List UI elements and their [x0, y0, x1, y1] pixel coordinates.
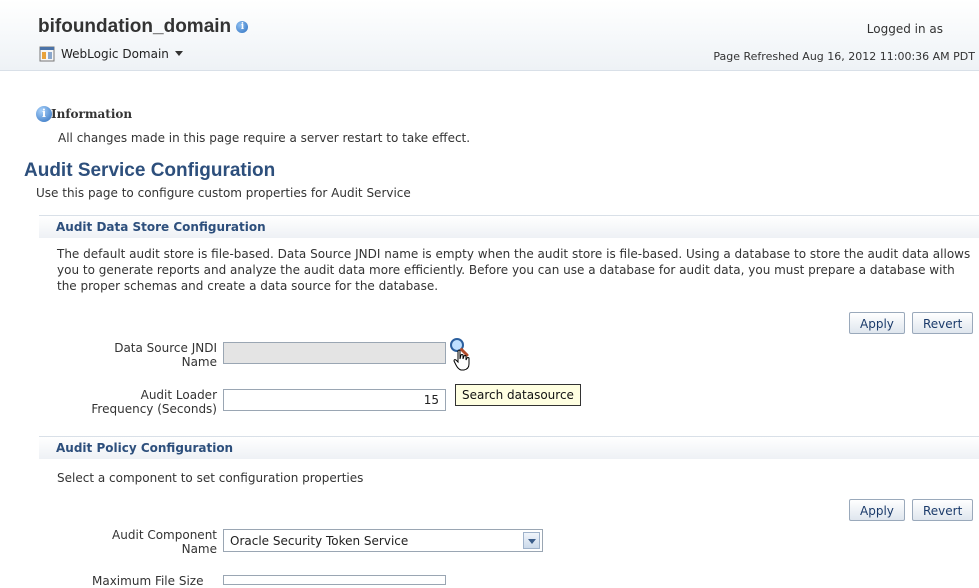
- loader-frequency-label: Audit Loader Frequency (Seconds): [91, 388, 217, 416]
- page-refreshed-text: Page Refreshed Aug 16, 2012 11:00:36 AM …: [713, 50, 975, 63]
- audit-component-label: Audit Component Name: [112, 528, 217, 556]
- audit-policy-description: Select a component to set configuration …: [57, 471, 364, 485]
- page-description: Use this page to configure custom proper…: [36, 186, 411, 200]
- audit-policy-header: Audit Policy Configuration: [39, 436, 979, 459]
- apply-button[interactable]: Apply: [849, 312, 905, 334]
- max-file-size-field[interactable]: [223, 575, 446, 585]
- audit-data-store-header: Audit Data Store Configuration: [39, 215, 979, 238]
- revert-button[interactable]: Revert: [912, 499, 974, 521]
- apply-button[interactable]: Apply: [849, 499, 905, 521]
- jndi-label: Data Source JNDI Name: [114, 341, 217, 369]
- page-title: Audit Service Configuration: [24, 160, 276, 181]
- loader-frequency-field[interactable]: 15: [223, 389, 446, 411]
- section-title: Audit Data Store Configuration: [56, 220, 266, 234]
- chevron-down-icon[interactable]: [523, 532, 540, 549]
- search-datasource-tooltip: Search datasource: [455, 384, 581, 406]
- jndi-label-line2: Name: [181, 355, 217, 369]
- jndi-label-line1: Data Source JNDI: [114, 341, 217, 355]
- audit-data-store-description: The default audit store is file-based. D…: [57, 247, 971, 293]
- component-label-line2: Name: [181, 542, 217, 556]
- component-label-line1: Audit Component: [112, 528, 217, 542]
- section-title: Audit Policy Configuration: [56, 441, 234, 455]
- weblogic-domain-menu[interactable]: WebLogic Domain: [39, 46, 183, 62]
- info-icon[interactable]: i: [236, 20, 249, 33]
- domain-title: bifoundation_domain i: [38, 16, 249, 38]
- chevron-down-icon: [174, 51, 183, 56]
- loader-label-line1: Audit Loader: [140, 388, 217, 402]
- loader-frequency-value: 15: [423, 393, 439, 407]
- hand-cursor-icon: [453, 349, 470, 371]
- search-datasource-button[interactable]: [449, 337, 477, 373]
- max-file-size-label: Maximum File Size: [92, 574, 204, 588]
- loader-label-line2: Frequency (Seconds): [91, 402, 217, 416]
- menu-label: WebLogic Domain: [61, 47, 169, 61]
- logged-in-text: Logged in as: [866, 22, 943, 36]
- information-title: Information: [51, 107, 133, 121]
- jndi-name-field[interactable]: [223, 342, 446, 364]
- audit-component-select[interactable]: Oracle Security Token Service: [223, 529, 543, 552]
- audit-component-value: Oracle Security Token Service: [230, 534, 409, 548]
- information-message: All changes made in this page require a …: [58, 131, 471, 145]
- info-icon: i: [36, 106, 52, 122]
- revert-button[interactable]: Revert: [912, 312, 974, 334]
- domain-name: bifoundation_domain: [38, 16, 232, 37]
- domain-icon: [39, 46, 55, 62]
